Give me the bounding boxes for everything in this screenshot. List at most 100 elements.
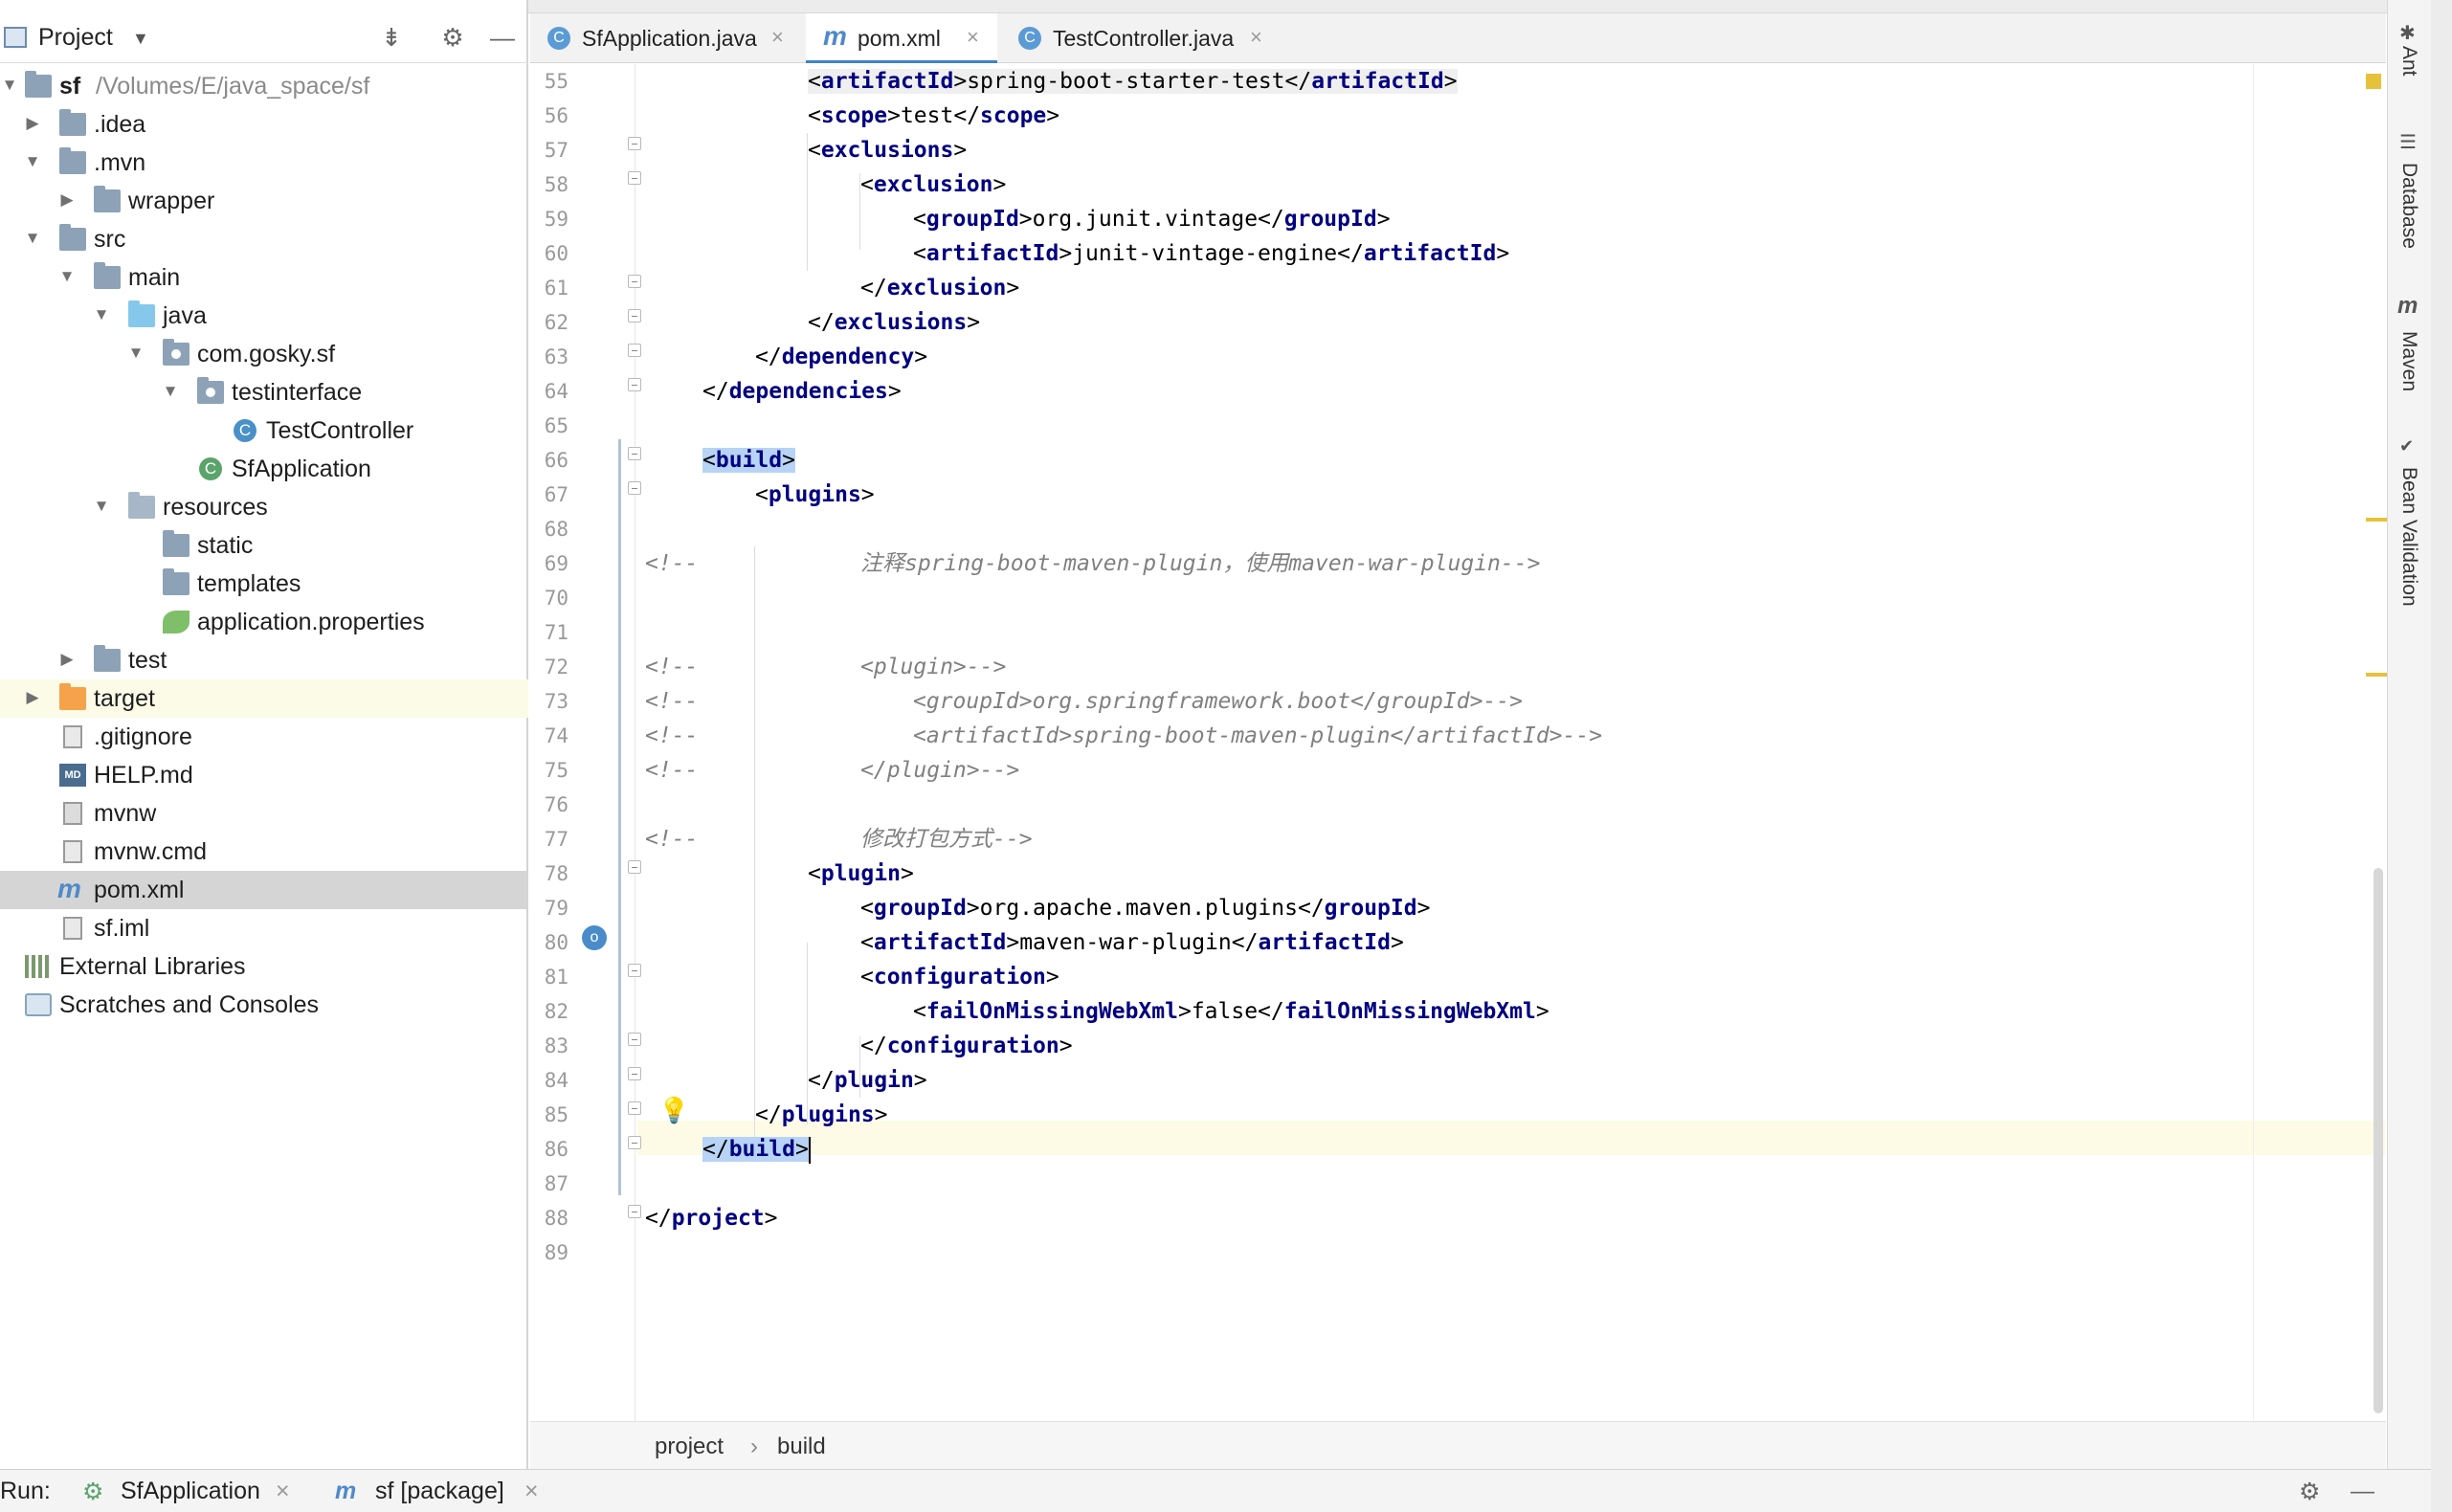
line-number[interactable]: 69 xyxy=(530,546,568,581)
tab-sfapplication-java[interactable]: C SfApplication.java × xyxy=(530,13,802,63)
line-number[interactable]: 75 xyxy=(530,753,568,788)
chevron-down-icon[interactable]: ▼ xyxy=(132,29,149,49)
fold-marker-icon[interactable] xyxy=(628,1101,641,1115)
line-number[interactable]: 68 xyxy=(530,512,568,546)
gear-icon[interactable]: ⚙ xyxy=(2299,1478,2320,1506)
line-number[interactable]: 88 xyxy=(530,1201,568,1235)
fold-marker-icon[interactable] xyxy=(628,171,641,185)
tree-item-sfapplication[interactable]: C SfApplication xyxy=(0,450,528,488)
tree-item-application-properties[interactable]: application.properties xyxy=(0,603,528,641)
tree-item-static[interactable]: static xyxy=(0,526,528,565)
line-number[interactable]: 64 xyxy=(530,374,568,409)
line-number[interactable]: 72 xyxy=(530,650,568,684)
line-number[interactable]: 62 xyxy=(530,305,568,340)
line-number[interactable]: 79 xyxy=(530,891,568,925)
line-number[interactable]: 82 xyxy=(530,994,568,1029)
tree-item-src[interactable]: ▼ src xyxy=(0,220,528,258)
fold-marker-icon[interactable] xyxy=(628,344,641,357)
line-number[interactable]: 83 xyxy=(530,1029,568,1063)
tree-item-target[interactable]: ▶ target xyxy=(0,679,528,718)
chevron-right-icon[interactable]: ▶ xyxy=(23,688,42,707)
line-number[interactable]: 57 xyxy=(530,133,568,167)
tree-item-templates[interactable]: templates xyxy=(0,565,528,603)
line-number[interactable]: 70 xyxy=(530,581,568,615)
line-number[interactable]: 87 xyxy=(530,1167,568,1201)
close-icon[interactable]: × xyxy=(524,1478,539,1505)
breadcrumb-item-build[interactable]: build xyxy=(777,1434,826,1460)
tree-item-sf[interactable]: ▼ sf /Volumes/E/java_space/sf xyxy=(0,67,528,105)
fold-marker-icon[interactable] xyxy=(628,1136,641,1149)
fold-marker-icon[interactable] xyxy=(628,137,641,150)
tree-item-mvnw-cmd[interactable]: mvnw.cmd xyxy=(0,833,528,871)
hide-panel-icon[interactable]: — xyxy=(486,21,519,54)
code-editor[interactable]: 55 56 57 58 59 60 61 62 63 64 65 66 67 68 69 70 71 72 73 74… xyxy=(530,64,2389,1421)
stripe-marker[interactable] xyxy=(2366,518,2389,522)
line-number[interactable]: 71 xyxy=(530,615,568,650)
tool-window-bean-validation[interactable]: Bean Validation xyxy=(2397,467,2420,607)
tree-item-java[interactable]: ▼ java xyxy=(0,297,528,335)
tree-item-package-testinterface[interactable]: ▼ testinterface xyxy=(0,373,528,411)
fold-marker-icon[interactable] xyxy=(628,378,641,391)
chevron-right-icon[interactable]: ▶ xyxy=(23,114,42,133)
fold-marker-icon[interactable] xyxy=(628,309,641,322)
tree-item-mvnw[interactable]: mvnw xyxy=(0,794,528,833)
tree-item-pom-xml[interactable]: m pom.xml xyxy=(0,871,528,909)
collapse-all-icon[interactable]: ⇟ xyxy=(375,21,408,54)
fold-marker-icon[interactable] xyxy=(628,860,641,874)
tree-item-sf-iml[interactable]: sf.iml xyxy=(0,909,528,947)
line-number[interactable]: 65 xyxy=(530,409,568,443)
tree-item-testcontroller[interactable]: C TestController xyxy=(0,411,528,450)
line-number[interactable]: 61 xyxy=(530,271,568,305)
tab-pom-xml[interactable]: m pom.xml × xyxy=(806,13,997,63)
line-number[interactable]: 81 xyxy=(530,960,568,994)
line-number[interactable]: 84 xyxy=(530,1063,568,1098)
close-icon[interactable]: × xyxy=(276,1478,290,1505)
stripe-marker[interactable] xyxy=(2366,673,2389,677)
chevron-right-icon[interactable]: ▶ xyxy=(57,190,77,210)
chevron-down-icon[interactable]: ▼ xyxy=(57,267,77,286)
line-number[interactable]: 76 xyxy=(530,788,568,822)
line-number[interactable]: 59 xyxy=(530,202,568,236)
close-icon[interactable]: × xyxy=(1250,25,1262,50)
tree-item-wrapper[interactable]: ▶ wrapper xyxy=(0,182,528,220)
fold-marker-icon[interactable] xyxy=(628,275,641,288)
gear-icon[interactable]: ⚙ xyxy=(436,21,469,54)
line-number[interactable]: 56 xyxy=(530,99,568,133)
line-number[interactable]: 78 xyxy=(530,856,568,891)
tree-item-test[interactable]: ▶ test xyxy=(0,641,528,679)
fold-marker-icon[interactable] xyxy=(628,447,641,460)
chevron-down-icon[interactable]: ▼ xyxy=(0,76,19,95)
tree-item-mvn[interactable]: ▼ .mvn xyxy=(0,144,528,182)
line-number[interactable]: 67 xyxy=(530,478,568,512)
tool-window-ant[interactable]: Ant xyxy=(2397,46,2420,77)
tree-item-help-md[interactable]: MD HELP.md xyxy=(0,756,528,794)
tool-window-maven[interactable]: Maven xyxy=(2397,331,2420,391)
warning-marker-icon[interactable] xyxy=(2366,74,2381,89)
line-number[interactable]: 77 xyxy=(530,822,568,856)
line-number[interactable]: 85 xyxy=(530,1098,568,1132)
chevron-down-icon[interactable]: ▼ xyxy=(161,382,180,401)
line-number[interactable]: 89 xyxy=(530,1235,568,1270)
close-icon[interactable]: × xyxy=(967,25,979,50)
chevron-down-icon[interactable]: ▼ xyxy=(92,305,111,324)
tree-item-gitignore[interactable]: .gitignore xyxy=(0,718,528,756)
tree-item-main[interactable]: ▼ main xyxy=(0,258,528,297)
line-number[interactable]: 55 xyxy=(530,64,568,99)
run-tab-sfapplication[interactable]: SfApplication xyxy=(121,1478,260,1505)
tree-item-resources[interactable]: ▼ resources xyxy=(0,488,528,526)
line-number[interactable]: 86 xyxy=(530,1132,568,1167)
tree-item-package-com-gosky-sf[interactable]: ▼ com.gosky.sf xyxy=(0,335,528,373)
tree-item-idea[interactable]: ▶ .idea xyxy=(0,105,528,144)
line-number[interactable]: 73 xyxy=(530,684,568,719)
project-panel-title[interactable]: Project xyxy=(38,24,113,52)
tree-item-external-libraries[interactable]: External Libraries xyxy=(0,947,528,986)
fold-marker-icon[interactable] xyxy=(628,1205,641,1218)
hide-panel-icon[interactable]: — xyxy=(2351,1478,2374,1505)
tree-item-scratches[interactable]: Scratches and Consoles xyxy=(0,986,528,1024)
chevron-right-icon[interactable]: ▶ xyxy=(57,650,77,669)
fold-marker-icon[interactable] xyxy=(628,1033,641,1046)
line-number[interactable]: 80 xyxy=(530,925,568,960)
chevron-down-icon[interactable]: ▼ xyxy=(126,344,145,363)
fold-marker-icon[interactable] xyxy=(628,964,641,977)
line-number[interactable]: 74 xyxy=(530,719,568,753)
